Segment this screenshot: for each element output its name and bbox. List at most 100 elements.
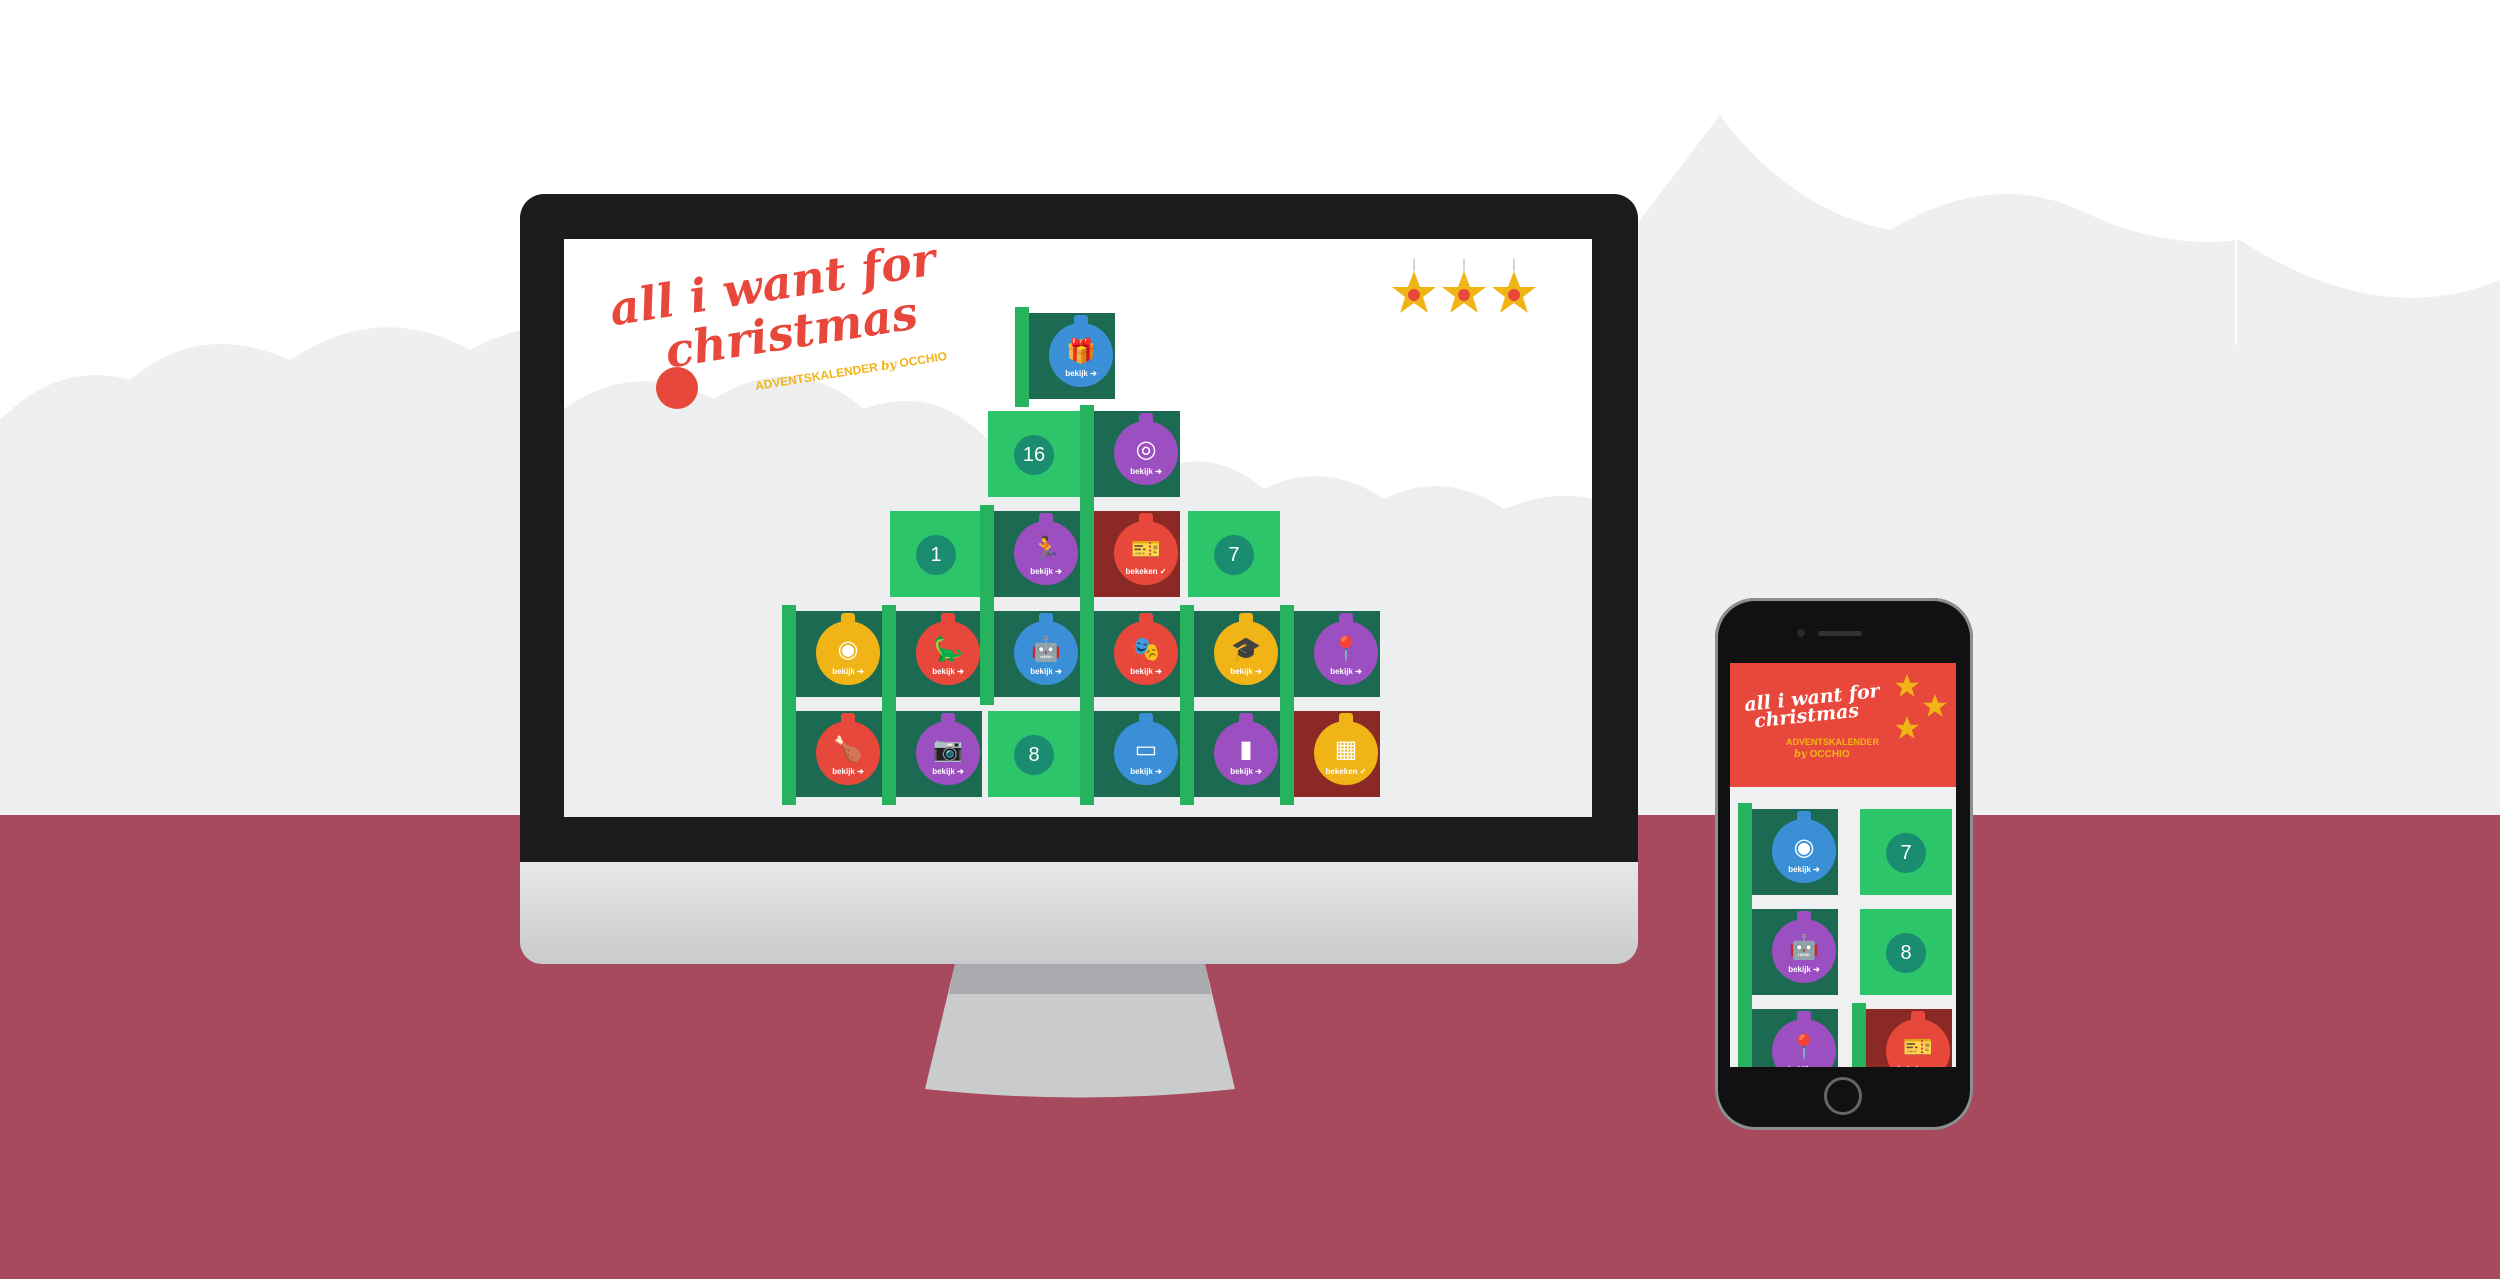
door-interior: ◉ bekijk ➔ [1746, 809, 1838, 895]
ornament-cap [1797, 911, 1811, 921]
door-top-open[interactable]: 🎁 bekijk ➔ [1015, 307, 1115, 407]
mobile-subtitle: ADVENTSKALENDER [1786, 737, 1880, 747]
door-r5a-open[interactable]: 🍗 bekijk ➔ [782, 705, 882, 805]
cd-icon: ◎ [1135, 435, 1157, 463]
m-door-m3-open[interactable]: 🤖 bekijk ➔ [1738, 903, 1838, 1003]
door-interior: 🤖 bekijk ➔ [988, 611, 1080, 697]
door-flap [980, 605, 994, 705]
door-interior: 📷 bekijk ➔ [890, 711, 982, 797]
m-door-m4-closed[interactable]: 8 [1852, 903, 1952, 995]
door-flap [1080, 405, 1094, 505]
mobile-header: all i want for christmas ADVENTSKALENDER… [1730, 663, 1956, 787]
sign-icon: ▭ [1134, 735, 1158, 763]
m-door-m1-open[interactable]: ◉ bekijk ➔ [1738, 803, 1838, 903]
door-r4a-open[interactable]: ◉ bekijk ➔ [782, 605, 882, 705]
phone-home-button[interactable] [1824, 1077, 1862, 1115]
mobile-brand: by OCCHIO [1794, 749, 1850, 760]
door-flap [1738, 803, 1752, 903]
door-flap [882, 705, 896, 805]
door-r5d-open[interactable]: ▭ bekijk ➔ [1080, 705, 1180, 805]
ornament-cap [1797, 1011, 1811, 1021]
door-r3a-closed[interactable]: 1 [882, 505, 982, 597]
ornament-cap [1911, 1011, 1925, 1021]
door-flap [1852, 1003, 1866, 1067]
door-flap [782, 605, 796, 705]
google-plus-icon[interactable] [1894, 715, 1920, 741]
door-number: 8 [1014, 735, 1054, 775]
door-r4b-open[interactable]: 🦕 bekijk ➔ [882, 605, 982, 705]
ornament: 🎓 bekijk ➔ [1214, 613, 1278, 685]
m-door-m5-open[interactable]: 📍 bekijk ➔ [1738, 1003, 1838, 1067]
ornament: ▦ bekeken ✓ [1314, 713, 1378, 785]
monitor-chin [520, 862, 1638, 964]
door-view-label: bekijk ➔ [1130, 767, 1162, 776]
m-door-m6-open[interactable]: 🎫 bekeken ✓ [1852, 1003, 1952, 1067]
door-flap [1015, 307, 1029, 407]
door-view-label: bekijk ➔ [1230, 767, 1262, 776]
ticket-icon: 🎫 [1903, 1033, 1933, 1061]
door-number: 7 [1886, 833, 1926, 873]
door-r3c-open[interactable]: 🎫 bekeken ✓ [1080, 505, 1180, 605]
door-view-label: bekijk ➔ [1030, 567, 1062, 576]
door-face: 16 [988, 411, 1080, 497]
advent-calendar: 🎁 bekijk ➔ 16 ◎ bekijk ➔ 1 🏃 bekijk ➔ 🎫 bekeken ✓… [564, 239, 1592, 817]
ornament-cap [1339, 613, 1353, 623]
phone-camera [1797, 629, 1805, 637]
door-r3b-open[interactable]: 🏃 bekijk ➔ [980, 505, 1080, 605]
door-interior: 🎁 bekijk ➔ [1023, 313, 1115, 399]
ornament: 🎁 bekijk ➔ [1049, 315, 1113, 387]
location-pin-icon: 📍 [1789, 1033, 1819, 1061]
door-interior: 🎓 bekijk ➔ [1188, 611, 1280, 697]
ornament-cap [1339, 713, 1353, 723]
theater-masks-icon: 🎭 [1131, 635, 1161, 663]
calendar-grid-icon: ▦ [1334, 735, 1358, 763]
mobile-calendar: ◉ bekijk ➔ 7 🤖 bekijk ➔ 8 📍 bekijk ➔ 🎫 bekeken ✓ [1730, 787, 1956, 1067]
ornament: 🎭 bekijk ➔ [1114, 613, 1178, 685]
ornament-cap [1797, 811, 1811, 821]
door-flap [1080, 605, 1094, 705]
facebook-icon[interactable] [1922, 693, 1948, 719]
ornament-cap [1139, 613, 1153, 623]
door-view-label: bekijk ➔ [932, 767, 964, 776]
door-view-label: bekijk ➔ [1330, 667, 1362, 676]
door-r5f-open[interactable]: ▦ bekeken ✓ [1280, 705, 1380, 805]
ornament-cap [1139, 413, 1153, 423]
door-flap [1280, 605, 1294, 705]
door-view-label: bekijk ➔ [1030, 667, 1062, 676]
door-r5e-open[interactable]: ▮ bekijk ➔ [1180, 705, 1280, 805]
ornament: 📍 bekijk ➔ [1772, 1011, 1836, 1067]
door-r2a-closed[interactable]: 16 [980, 405, 1080, 497]
door-flap [980, 505, 994, 605]
door-r2b-open[interactable]: ◎ bekijk ➔ [1080, 405, 1180, 505]
ornament-cap [1139, 713, 1153, 723]
door-r5b-open[interactable]: 📷 bekijk ➔ [882, 705, 982, 805]
door-interior: 🤖 bekijk ➔ [1746, 909, 1838, 995]
door-r4c-open[interactable]: 🤖 bekijk ➔ [980, 605, 1080, 705]
door-r4e-open[interactable]: 🎓 bekijk ➔ [1180, 605, 1280, 705]
door-interior: ◉ bekijk ➔ [790, 611, 882, 697]
ornament: 🤖 bekijk ➔ [1014, 613, 1078, 685]
door-interior: 📍 bekijk ➔ [1288, 611, 1380, 697]
ornament-cap [1239, 613, 1253, 623]
door-r4d-open[interactable]: 🎭 bekijk ➔ [1080, 605, 1180, 705]
ornament-cap [1074, 315, 1088, 325]
twitter-icon[interactable] [1894, 673, 1920, 699]
door-r3d-closed[interactable]: 7 [1180, 505, 1280, 597]
usb-stick-icon: ▮ [1239, 735, 1253, 763]
door-interior: 🦕 bekijk ➔ [890, 611, 982, 697]
door-r5c-closed[interactable]: 8 [980, 705, 1080, 797]
door-view-label: bekijk ➔ [932, 667, 964, 676]
door-flap [882, 605, 896, 705]
door-r4f-open[interactable]: 📍 bekijk ➔ [1280, 605, 1380, 705]
ornament: ▭ bekijk ➔ [1114, 713, 1178, 785]
door-view-label: bekijk ➔ [832, 667, 864, 676]
runner-icon: 🏃 [1031, 535, 1061, 563]
door-view-label: bekijk ➔ [1788, 965, 1820, 974]
ornament-cap [1139, 513, 1153, 523]
ornament-cap [941, 713, 955, 723]
m-door-m2-closed[interactable]: 7 [1852, 803, 1952, 895]
mobile-screen: all i want for christmas ADVENTSKALENDER… [1730, 663, 1956, 1067]
door-flap [1080, 505, 1094, 605]
door-number: 16 [1014, 435, 1054, 475]
ornament: 🤖 bekijk ➔ [1772, 911, 1836, 983]
